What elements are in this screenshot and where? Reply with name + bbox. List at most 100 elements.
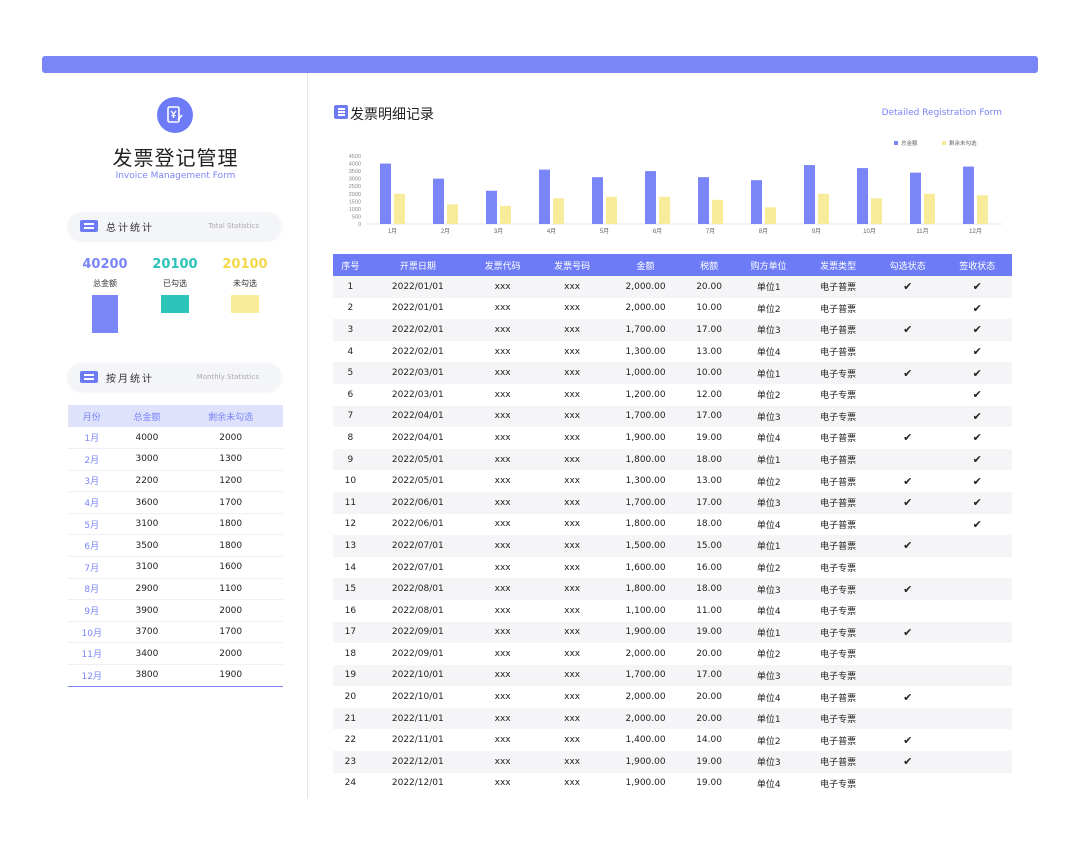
monthly-stats-sublabel: Monthly Statistics bbox=[196, 373, 259, 381]
table-cell: 17.00 bbox=[684, 405, 734, 428]
table-cell: 2022/02/01 bbox=[367, 319, 468, 341]
status-cell: ✔ bbox=[872, 491, 943, 514]
bar-total bbox=[645, 171, 656, 224]
table-cell: xxx bbox=[467, 362, 538, 384]
table-row: 13 2022/07/01 xxx xxx 1,500.00 15.00 单位1 电子普票 ✔ bbox=[333, 535, 1012, 557]
table-cell: 电子普票 bbox=[803, 491, 873, 514]
table-cell: 7月 bbox=[68, 556, 116, 579]
bar-total bbox=[857, 168, 868, 224]
table-cell: 电子专票 bbox=[820, 650, 857, 661]
status-cell bbox=[872, 448, 943, 471]
detail-title: 发票明细记录 bbox=[350, 107, 434, 123]
column-header: 发票号码 bbox=[537, 254, 607, 276]
table-row: 19 2022/10/01 xxx xxx 1,700.00 17.00 单位3 电子专票 bbox=[333, 664, 1012, 687]
table-cell: 1,900.00 bbox=[625, 778, 666, 789]
status-cell: ✔ bbox=[942, 405, 1012, 428]
table-row: 15 2022/08/01 xxx xxx 1,800.00 18.00 单位3 电子专票 ✔ bbox=[333, 578, 1012, 600]
table-cell: 单位4 bbox=[756, 434, 781, 445]
bar-remaining bbox=[394, 193, 405, 224]
table-cell: 2022/07/01 bbox=[391, 562, 444, 573]
table-row: 3 2022/02/01 xxx xxx 1,700.00 17.00 单位3 电子普票 ✔ ✔ bbox=[333, 319, 1012, 341]
table-cell: xxx bbox=[467, 319, 538, 341]
table-cell: xxx bbox=[467, 276, 538, 298]
table-cell: xxx bbox=[537, 448, 607, 471]
invoice-detail-table: 序号 开票日期 发票代码 发票号码 金额 税额 购方单位 发票类型 勾选状态 签收状态 1 2022… bbox=[333, 254, 1012, 794]
table-cell: 2022/01/01 bbox=[391, 303, 444, 314]
table-cell: 6 bbox=[347, 389, 354, 400]
table-cell: xxx bbox=[564, 432, 581, 443]
table-cell: xxx bbox=[494, 476, 511, 487]
column-header: 购方单位 bbox=[733, 254, 804, 276]
table-cell: 19.00 bbox=[684, 751, 734, 773]
table-cell: xxx bbox=[467, 707, 538, 730]
table-cell: 电子专票 bbox=[803, 621, 873, 644]
table-row: 2月 3000 1300 bbox=[68, 448, 283, 471]
stat-bar bbox=[161, 295, 189, 313]
status-cell: ✔ bbox=[872, 276, 943, 298]
table-cell: xxx bbox=[467, 578, 538, 600]
x-tick-label: 4月 bbox=[547, 228, 556, 235]
table-cell: 单位2 bbox=[756, 477, 781, 488]
table-row: 9月 3900 2000 bbox=[68, 599, 283, 622]
status-cell bbox=[873, 600, 943, 622]
table-row: 24 2022/12/01 xxx xxx 1,900.00 19.00 单位4 电子专票 bbox=[333, 773, 1012, 795]
table-cell: 电子专票 bbox=[803, 707, 873, 730]
status-cell: ✔ bbox=[872, 621, 943, 644]
detail-subtitle: Detailed Registration Form bbox=[881, 108, 1002, 118]
table-row: 21 2022/11/01 xxx xxx 2,000.00 20.00 单位1 电子专票 bbox=[333, 707, 1012, 730]
table-cell: 1100 bbox=[178, 578, 283, 601]
status-cell: ✔ bbox=[903, 733, 913, 747]
table-cell: 单位1 bbox=[733, 621, 804, 644]
table-row: 6 2022/03/01 xxx xxx 1,200.00 12.00 单位2 电子专票 ✔ bbox=[333, 384, 1012, 406]
table-cell: 22 bbox=[344, 735, 357, 746]
table-cell: xxx bbox=[467, 405, 538, 428]
table-cell: 2022/06/01 bbox=[391, 519, 444, 530]
table-cell: 2022/10/01 bbox=[367, 664, 468, 687]
table-cell: 20 bbox=[344, 692, 357, 703]
bar-total bbox=[963, 166, 974, 224]
table-cell: 3000 bbox=[115, 448, 179, 471]
table-cell: 3600 bbox=[115, 491, 179, 514]
table-cell: 1700 bbox=[178, 621, 283, 644]
column-header: 勾选状态 bbox=[872, 254, 943, 276]
table-cell: 1300 bbox=[178, 448, 283, 471]
table-cell: 电子普票 bbox=[820, 304, 857, 315]
table-cell: 2,000.00 bbox=[625, 303, 666, 314]
table-row: 8 2022/04/01 xxx xxx 1,900.00 19.00 单位4 电子普票 ✔ ✔ bbox=[333, 427, 1012, 449]
table-cell: xxx bbox=[494, 389, 511, 400]
table-row: 11 2022/06/01 xxx xxx 1,700.00 17.00 单位3 电子普票 ✔ ✔ bbox=[333, 491, 1012, 514]
table-cell: 2,000.00 bbox=[625, 648, 666, 659]
table-cell: 电子普票 bbox=[820, 520, 857, 531]
monthly-stats-label: 按月统计 bbox=[106, 373, 154, 385]
x-tick-label: 6月 bbox=[653, 228, 662, 235]
table-cell: 1800 bbox=[178, 534, 283, 558]
table-row: 5 2022/03/01 xxx xxx 1,000.00 10.00 单位1 电子专票 ✔ ✔ bbox=[333, 362, 1012, 384]
table-cell: xxx bbox=[494, 562, 511, 573]
table-cell: 1月 bbox=[68, 427, 116, 450]
table-cell: 单位2 bbox=[756, 391, 781, 402]
table-row: 17 2022/09/01 xxx xxx 1,900.00 19.00 单位1 电子专票 ✔ bbox=[333, 621, 1012, 644]
table-cell: 1,700.00 bbox=[606, 664, 685, 687]
table-cell: 17 bbox=[333, 621, 368, 644]
stats-icon bbox=[80, 220, 98, 232]
table-cell: 11.00 bbox=[696, 605, 722, 616]
table-cell: xxx bbox=[537, 362, 607, 384]
table-cell: 2 bbox=[347, 303, 354, 314]
table-cell: 10月 bbox=[68, 621, 116, 644]
bar-total bbox=[433, 178, 444, 224]
table-cell: 2022/01/01 bbox=[367, 276, 468, 298]
table-cell: 3 bbox=[333, 319, 368, 341]
table-cell: 1,200.00 bbox=[625, 389, 666, 400]
bar-total bbox=[380, 163, 391, 224]
status-cell bbox=[942, 664, 1012, 687]
table-cell: xxx bbox=[494, 778, 511, 789]
table-cell: 10.00 bbox=[684, 362, 734, 384]
table-cell: 2200 bbox=[115, 470, 179, 493]
table-cell: 19.00 bbox=[696, 778, 722, 789]
table-cell: 1,700.00 bbox=[606, 319, 685, 341]
table-cell: xxx bbox=[494, 432, 511, 443]
table-cell: 1700 bbox=[178, 491, 283, 514]
stat-value: 40200 bbox=[82, 257, 128, 272]
table-row: 4 2022/02/01 xxx xxx 1,300.00 13.00 单位4 电子普票 ✔ bbox=[333, 341, 1012, 363]
table-cell: 1,700.00 bbox=[606, 491, 685, 514]
